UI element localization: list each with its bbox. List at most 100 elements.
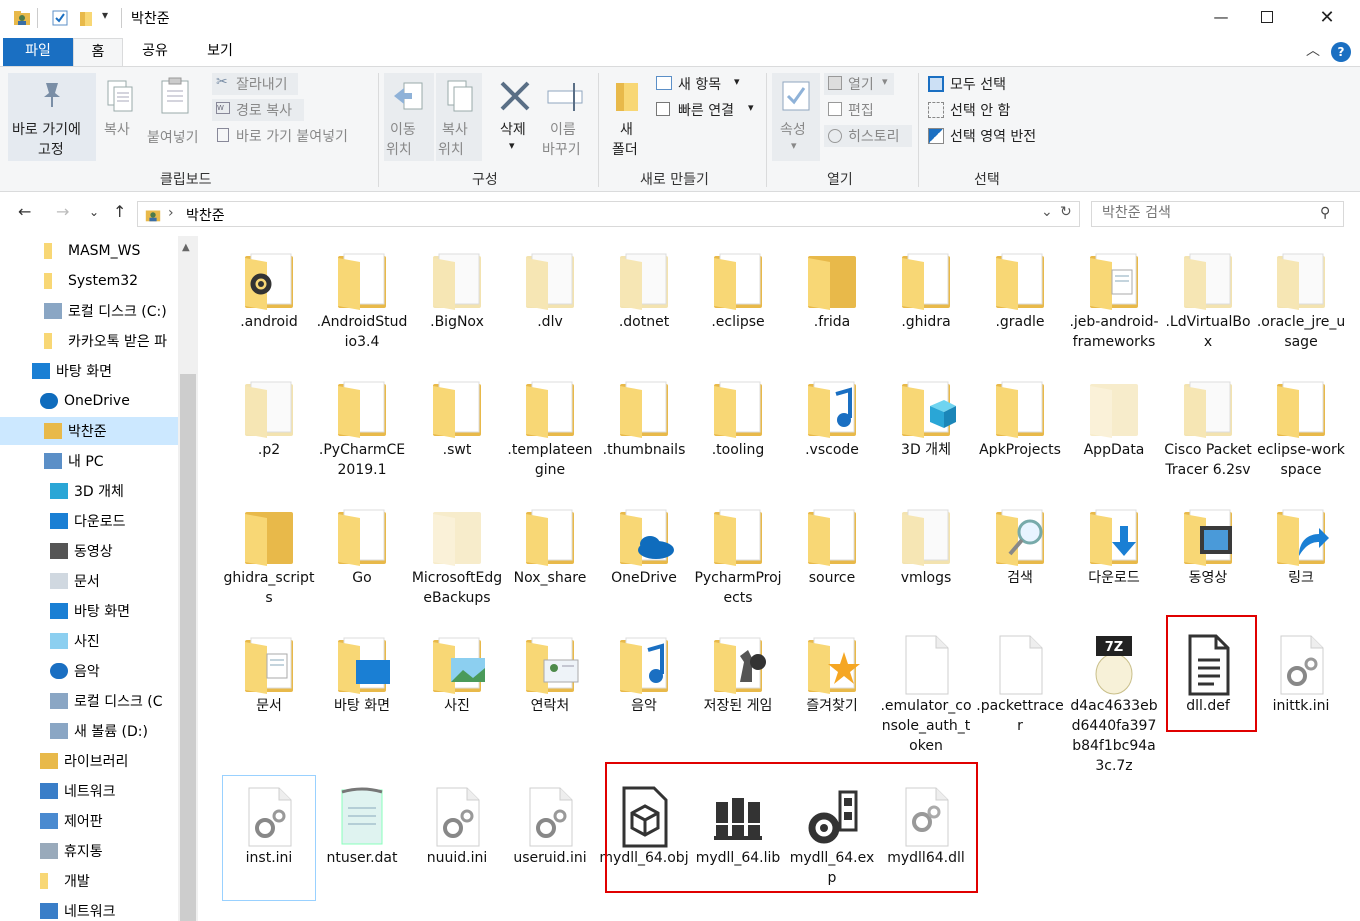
search-box[interactable]: ⚲ [1091,201,1344,227]
folder-item[interactable]: 동영상 [1162,496,1254,620]
folder-item[interactable]: 즐겨찾기 [786,624,878,748]
folder-item[interactable]: source [786,496,878,620]
sidebar-item[interactable]: 바탕 화면 [0,357,178,385]
file-item[interactable]: useruid.ini [504,776,596,900]
folder-item[interactable]: Nox_share [504,496,596,620]
rename-button[interactable]: 이름 바꾸기 [540,73,590,161]
tab-share[interactable]: 공유 [127,38,183,66]
sidebar-item[interactable]: 네트워크 [0,777,178,805]
sidebar-item[interactable]: 로컬 디스크 (C [0,687,178,715]
scroll-up-icon[interactable]: ▲ [182,242,190,253]
select-none-button[interactable]: 선택 안 함 [926,99,1036,121]
search-input[interactable] [1102,205,1302,221]
folder-item[interactable]: 문서 [223,624,315,748]
easy-access-button[interactable]: 빠른 연결 ▾ [654,99,764,121]
open-button[interactable]: 열기 ▾ [824,73,894,95]
folder-item[interactable]: OneDrive [598,496,690,620]
folder-item[interactable]: .templateengine [504,368,596,492]
folder-item[interactable]: .eclipse [692,240,784,364]
folder-item[interactable]: .PyCharmCE2019.1 [316,368,408,492]
back-arrow-icon[interactable]: ← [18,202,31,221]
new-folder-icon[interactable] [76,8,96,28]
sidebar-item[interactable]: 라이브러리 [0,747,178,775]
sidebar-item[interactable]: 내 PC [0,447,178,475]
folder-item[interactable]: Cisco Packet Tracer 6.2sv [1162,368,1254,492]
folder-item[interactable]: PycharmProjects [692,496,784,620]
recent-locations-chevron-icon[interactable]: ⌄ [89,205,99,219]
tab-file[interactable]: 파일 [3,38,73,66]
sidebar-item[interactable]: 제어판 [0,807,178,835]
sidebar-item[interactable]: OneDrive [0,387,178,415]
folder-item[interactable]: eclipse-workspace [1255,368,1347,492]
paste-shortcut-button[interactable]: 바로 가기 붙여넣기 [212,125,372,147]
edit-button[interactable]: 편집 [824,99,894,121]
folder-item[interactable]: .jeb-android-frameworks [1068,240,1160,364]
folder-item[interactable]: .AndroidStudio3.4 [316,240,408,364]
history-button[interactable]: 히스토리 [824,125,912,147]
sidebar-item[interactable]: 3D 개체 [0,477,178,505]
new-folder-button[interactable]: 새 폴더 [604,73,650,161]
copy-button[interactable]: 복사 [98,73,142,161]
address-dropdown-icon[interactable]: ⌄ [1041,204,1053,220]
sidebar-item[interactable]: 동영상 [0,537,178,565]
file-item[interactable]: nuuid.ini [411,776,503,900]
copy-to-button[interactable]: 복사 위치 [436,73,482,161]
help-icon[interactable]: ? [1331,42,1351,62]
folder-item[interactable]: .vscode [786,368,878,492]
refresh-icon[interactable]: ↻ [1060,204,1072,220]
folder-item[interactable]: .thumbnails [598,368,690,492]
copy-path-button[interactable]: W 경로 복사 [212,99,304,121]
select-all-button[interactable]: 모두 선택 [926,73,1036,95]
folder-item[interactable]: .tooling [692,368,784,492]
close-button[interactable]: ✕ [1304,0,1350,34]
folder-item[interactable]: .gradle [974,240,1066,364]
folder-item[interactable]: vmlogs [880,496,972,620]
folder-item[interactable]: 바탕 화면 [316,624,408,748]
sidebar-item[interactable]: 박찬준 [0,417,178,445]
collapse-ribbon-icon[interactable]: ︿ [1306,40,1320,60]
sidebar-item[interactable]: 사진 [0,627,178,655]
forward-arrow-icon[interactable]: → [56,202,69,221]
folder-item[interactable]: .android [223,240,315,364]
properties-button[interactable]: 속성 ▾ [772,73,820,161]
sidebar-item[interactable]: 로컬 디스크 (C:) [0,297,178,325]
sidebar-item[interactable]: 다운로드 [0,507,178,535]
user-folder-icon[interactable] [12,8,32,28]
sidebar-item[interactable]: 새 볼륨 (D:) [0,717,178,745]
tab-view[interactable]: 보기 [190,38,250,66]
maximize-button[interactable] [1244,0,1290,34]
up-arrow-icon[interactable]: ↑ [113,202,126,221]
folder-item[interactable]: 다운로드 [1068,496,1160,620]
folder-item[interactable]: 사진 [411,624,503,748]
folder-item[interactable]: 링크 [1255,496,1347,620]
file-item[interactable]: inittk.ini [1255,624,1347,748]
file-item[interactable]: inst.ini [222,775,316,901]
new-item-button[interactable]: 새 항목 ▾ [654,73,754,95]
delete-button[interactable]: 삭제 ▾ [490,73,540,161]
folder-item[interactable]: 3D 개체 [880,368,972,492]
scrollbar-thumb[interactable] [180,374,196,921]
cut-button[interactable]: ✂ 잘라내기 [212,73,298,95]
folder-item[interactable]: .swt [411,368,503,492]
sidebar-item[interactable]: 문서 [0,567,178,595]
sidebar-item[interactable]: 네트워크 [0,897,178,921]
folder-item[interactable]: 음악 [598,624,690,748]
folder-item[interactable]: .frida [786,240,878,364]
sidebar-item[interactable]: 카카오톡 받은 파 [0,327,178,355]
folder-item[interactable]: MicrosoftEdgeBackups [411,496,503,620]
folder-item[interactable]: .dlv [504,240,596,364]
folder-item[interactable]: ghidra_scripts [223,496,315,620]
folder-item[interactable]: .ghidra [880,240,972,364]
tab-home[interactable]: 홈 [73,38,123,66]
file-item[interactable]: 7Z d4ac4633ebd6440fa397b84f1bc94a3c.7z [1068,624,1160,774]
move-to-button[interactable]: 이동 위치 [384,73,434,161]
sidebar-item[interactable]: 바탕 화면 [0,597,178,625]
paste-button[interactable]: 붙여넣기 [145,73,207,161]
sidebar-item[interactable]: 개발 [0,867,178,895]
properties-check-icon[interactable] [50,8,70,28]
customize-toolbar-icon[interactable]: ▾ [102,8,108,22]
sidebar-item[interactable]: System32 [0,267,178,295]
folder-item[interactable]: .p2 [223,368,315,492]
folder-item[interactable]: AppData [1068,368,1160,492]
folder-item[interactable]: Go [316,496,408,620]
